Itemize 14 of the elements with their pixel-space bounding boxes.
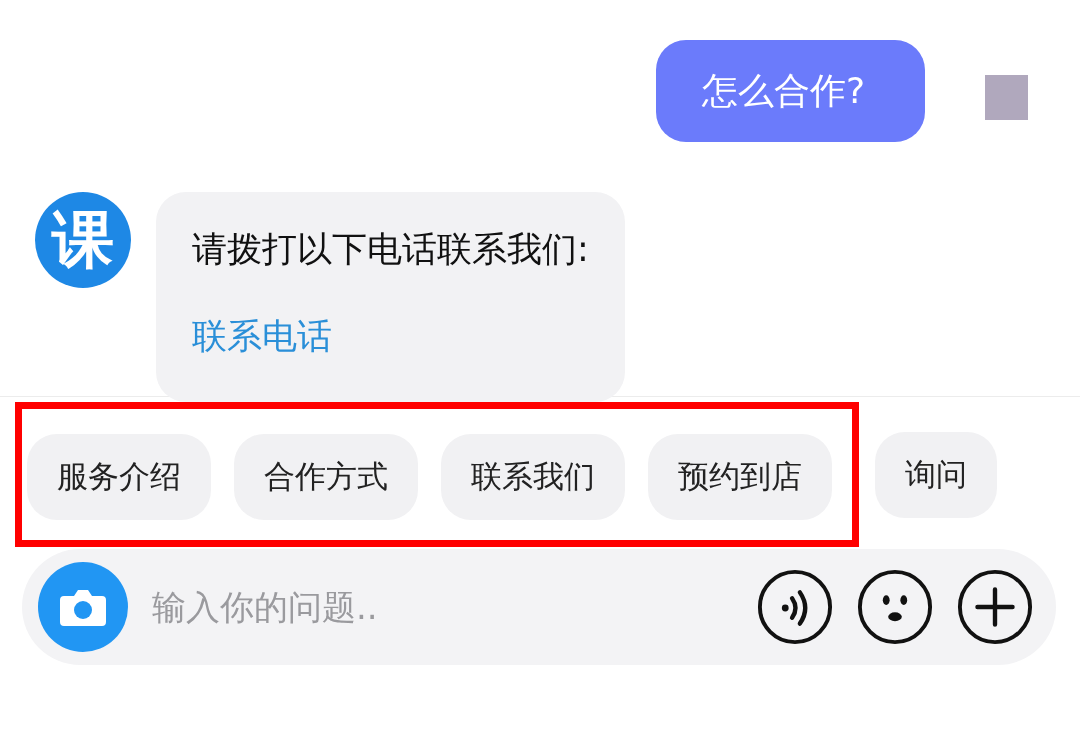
- plus-icon[interactable]: [956, 568, 1034, 646]
- voice-icon[interactable]: [756, 568, 834, 646]
- quick-reply-chip[interactable]: 联系我们: [441, 434, 625, 520]
- camera-icon[interactable]: [38, 562, 128, 652]
- quick-reply-chip[interactable]: 询问: [875, 431, 997, 518]
- user-avatar: [985, 75, 1028, 120]
- bot-avatar: 课: [35, 192, 131, 288]
- question-input[interactable]: 输入你的问题..: [150, 586, 734, 628]
- message-text: 请拨打以下电话联系我们:: [192, 228, 589, 271]
- emoji-icon[interactable]: [856, 568, 934, 646]
- quick-reply-chip[interactable]: 服务介绍: [27, 434, 211, 520]
- quick-reply-chip[interactable]: 合作方式: [234, 434, 418, 520]
- message-bubble: 怎么合作?: [655, 40, 925, 142]
- quick-reply-chip[interactable]: 预约到店: [648, 434, 832, 520]
